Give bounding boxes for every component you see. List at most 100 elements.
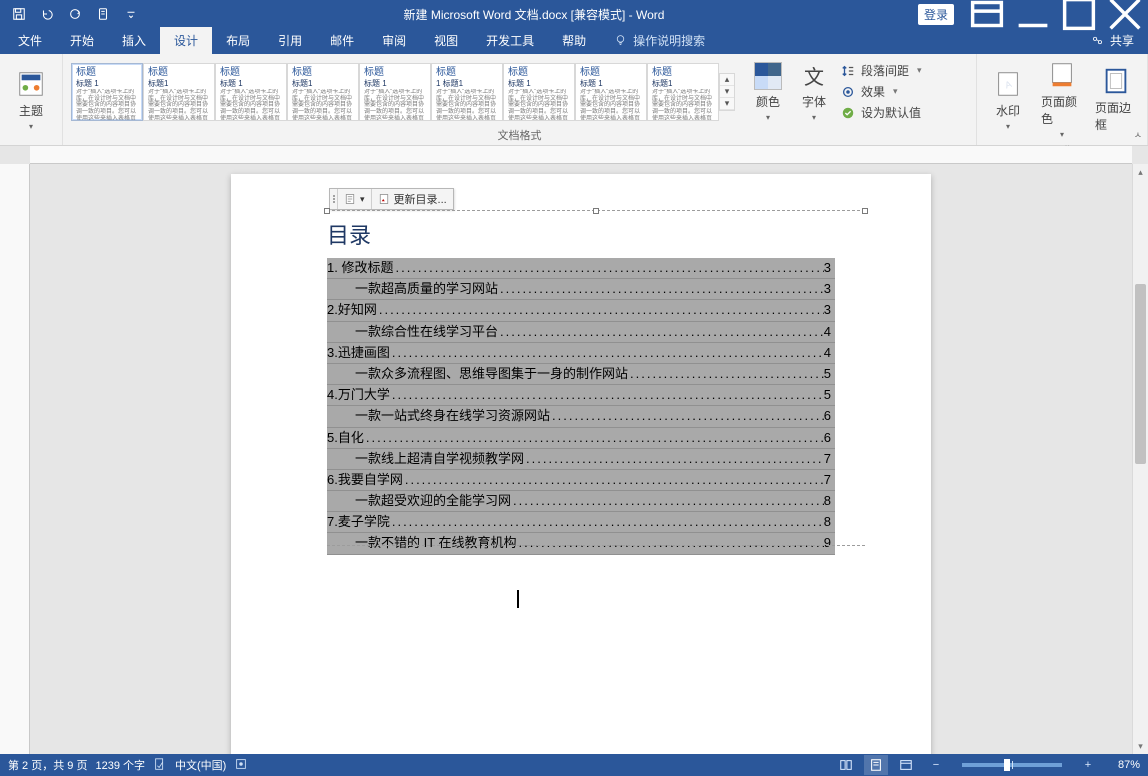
print-layout-button[interactable] xyxy=(864,755,888,775)
zoom-slider[interactable] xyxy=(962,763,1062,767)
page-scroll-area[interactable]: ▾ 更新目录... 目录 1. 修改标题....................… xyxy=(30,164,1132,754)
horizontal-ruler[interactable] xyxy=(30,146,1132,164)
scroll-up-button[interactable]: ▴ xyxy=(1133,164,1148,180)
style-thumb[interactable]: 标题标题1对于"插入"选项卡上的库，在设计时与文档中需要包含的内容项目协调一致的… xyxy=(287,63,359,121)
chevron-down-icon: ▾ xyxy=(360,194,365,205)
page-indicator[interactable]: 第 2 页，共 9 页 xyxy=(8,757,87,773)
text-cursor xyxy=(517,590,519,608)
maximize-button[interactable] xyxy=(1056,0,1102,28)
colors-icon xyxy=(754,62,782,90)
undo-button[interactable] xyxy=(34,1,60,27)
qat-customize[interactable] xyxy=(118,1,144,27)
colors-button[interactable]: 颜色 ▾ xyxy=(745,60,791,124)
tab-insert[interactable]: 插入 xyxy=(108,27,160,54)
web-layout-button[interactable] xyxy=(894,755,918,775)
fonts-icon: 文 xyxy=(800,62,828,90)
ribbon-options-button[interactable] xyxy=(964,0,1010,28)
collapse-ribbon-button[interactable]: ㅅ xyxy=(1134,128,1142,141)
window-controls: 登录 xyxy=(918,0,1148,28)
document-icon xyxy=(344,193,356,205)
vertical-ruler[interactable] xyxy=(0,164,30,754)
zoom-level[interactable]: 87% xyxy=(1106,759,1140,771)
title-bar: 新建 Microsoft Word 文档.docx [兼容模式] - Word … xyxy=(0,0,1148,28)
window-title: 新建 Microsoft Word 文档.docx [兼容模式] - Word xyxy=(150,6,918,23)
gallery-scroll-down[interactable]: ▾ xyxy=(720,86,734,98)
toc-drag-handle[interactable] xyxy=(330,189,338,209)
effects-icon xyxy=(841,85,855,99)
ribbon: 主题 ▾ 标题标题 1对于"插入"选项卡上的库，在设计时与文档中需要包含的内容项… xyxy=(0,54,1148,146)
fonts-button[interactable]: 文 字体 ▾ xyxy=(791,60,837,124)
status-bar: 第 2 页，共 9 页 1239 个字 中文(中国) − + 87% xyxy=(0,754,1148,776)
tab-mailings[interactable]: 邮件 xyxy=(316,27,368,54)
toc-options-button[interactable]: ▾ xyxy=(338,189,372,209)
style-set-gallery[interactable]: 标题标题 1对于"插入"选项卡上的库，在设计时与文档中需要包含的内容项目协调一致… xyxy=(71,63,719,121)
tell-me-search[interactable]: 操作说明搜索 xyxy=(604,27,715,54)
lightbulb-icon xyxy=(614,34,627,47)
close-button[interactable] xyxy=(1102,0,1148,28)
style-thumb[interactable]: 标题标题 1对于"插入"选项卡上的库，在设计时与文档中需要包含的内容项目协调一致… xyxy=(575,63,647,121)
chevron-down-icon: ▾ xyxy=(1006,122,1010,131)
tab-developer[interactable]: 开发工具 xyxy=(472,27,548,54)
tab-references[interactable]: 引用 xyxy=(264,27,316,54)
zoom-out-button[interactable]: − xyxy=(924,755,948,775)
read-mode-button[interactable] xyxy=(834,755,858,775)
tab-file[interactable]: 文件 xyxy=(4,27,56,54)
tab-design[interactable]: 设计 xyxy=(160,27,212,54)
paragraph-spacing-icon xyxy=(841,64,855,78)
document-workspace: ▾ 更新目录... 目录 1. 修改标题....................… xyxy=(0,146,1148,754)
page-borders-button[interactable]: 页面边框 xyxy=(1093,64,1139,135)
style-thumb[interactable]: 标题1 标题1对于"插入"选项卡上的库，在设计时与文档中需要包含的内容项目协调一… xyxy=(431,63,503,121)
minimize-button[interactable] xyxy=(1010,0,1056,28)
tab-layout[interactable]: 布局 xyxy=(212,27,264,54)
set-default-button[interactable]: 设为默认值 xyxy=(841,104,922,121)
style-thumb[interactable]: 标题标题 1对于"插入"选项卡上的库，在设计时与文档中需要包含的内容项目协调一致… xyxy=(71,63,143,121)
spellcheck-icon[interactable] xyxy=(153,757,167,774)
tab-home[interactable]: 开始 xyxy=(56,27,108,54)
style-thumb[interactable]: 标题标题 1对于"插入"选项卡上的库，在设计时与文档中需要包含的内容项目协调一致… xyxy=(359,63,431,121)
style-thumb[interactable]: 标题标题1对于"插入"选项卡上的库，在设计时与文档中需要包含的内容项目协调一致的… xyxy=(143,63,215,121)
themes-button[interactable]: 主题 ▾ xyxy=(8,67,54,133)
watermark-button[interactable]: A 水印 ▾ xyxy=(985,67,1031,133)
scroll-down-button[interactable]: ▾ xyxy=(1133,738,1148,754)
share-button[interactable]: 共享 xyxy=(1081,27,1144,54)
style-thumb[interactable]: 标题标题1对于"插入"选项卡上的库，在设计时与文档中需要包含的内容项目协调一致的… xyxy=(647,63,719,121)
gallery-expand[interactable]: ▾ xyxy=(720,98,734,110)
paragraph-spacing-button[interactable]: 段落间距▾ xyxy=(841,62,922,79)
style-thumb[interactable]: 标题标题 1对于"插入"选项卡上的库，在设计时与文档中需要包含的内容项目协调一致… xyxy=(503,63,575,121)
ribbon-group-document-formatting: 标题标题 1对于"插入"选项卡上的库，在设计时与文档中需要包含的内容项目协调一致… xyxy=(63,54,977,145)
style-thumb[interactable]: 标题标题 1对于"插入"选项卡上的库，在设计时与文档中需要包含的内容项目协调一致… xyxy=(215,63,287,121)
chevron-down-icon: ▾ xyxy=(1060,130,1064,139)
gallery-scroll: ▴ ▾ ▾ xyxy=(719,73,735,111)
chevron-down-icon: ▾ xyxy=(812,113,816,122)
save-button[interactable] xyxy=(6,1,32,27)
page-color-button[interactable]: 页面颜色 ▾ xyxy=(1039,58,1085,141)
macro-icon[interactable] xyxy=(234,757,248,774)
chevron-down-icon: ▾ xyxy=(766,113,770,122)
watermark-icon: A xyxy=(993,69,1023,99)
toc-field-frame[interactable] xyxy=(327,210,865,546)
themes-icon xyxy=(16,69,46,99)
sign-in-button[interactable]: 登录 xyxy=(918,4,954,25)
tab-review[interactable]: 审阅 xyxy=(368,27,420,54)
page-color-icon xyxy=(1047,60,1077,90)
group-label-document-formatting: 文档格式 xyxy=(71,125,968,143)
zoom-in-button[interactable]: + xyxy=(1076,755,1100,775)
document-page[interactable]: ▾ 更新目录... 目录 1. 修改标题....................… xyxy=(231,174,931,754)
effects-button[interactable]: 效果▾ xyxy=(841,83,922,100)
ribbon-group-themes: 主题 ▾ xyxy=(0,54,63,145)
quick-access-toolbar xyxy=(0,1,150,27)
vertical-scrollbar[interactable]: ▴ ▾ xyxy=(1132,164,1148,754)
word-count[interactable]: 1239 个字 xyxy=(95,757,145,773)
toc-update-button[interactable]: 更新目录... xyxy=(372,189,453,209)
page-borders-icon xyxy=(1101,66,1131,96)
scrollbar-thumb[interactable] xyxy=(1135,284,1146,464)
share-icon xyxy=(1091,34,1104,47)
chevron-down-icon: ▾ xyxy=(29,122,33,131)
gallery-scroll-up[interactable]: ▴ xyxy=(720,74,734,86)
touch-mode-button[interactable] xyxy=(90,1,116,27)
tab-help[interactable]: 帮助 xyxy=(548,27,600,54)
tab-view[interactable]: 视图 xyxy=(420,27,472,54)
refresh-icon xyxy=(378,193,390,205)
language-indicator[interactable]: 中文(中国) xyxy=(175,757,226,773)
redo-button[interactable] xyxy=(62,1,88,27)
